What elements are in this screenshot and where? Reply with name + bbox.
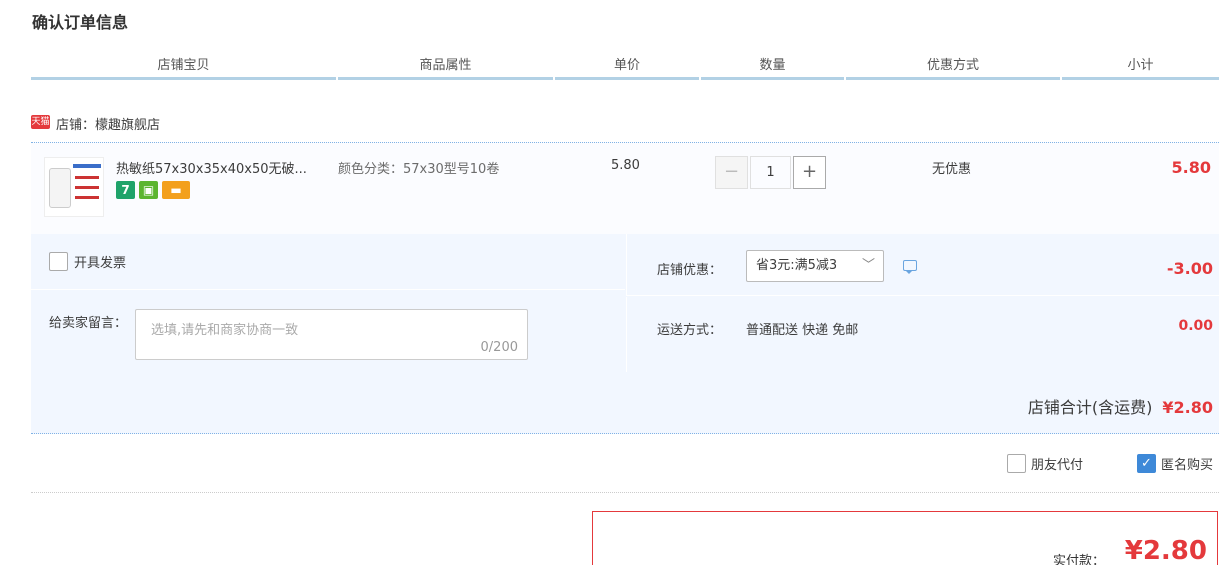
invoice-label: 开具发票	[74, 256, 127, 271]
seller-message-count: 0/200	[480, 340, 518, 355]
invoice-option[interactable]: 开具发票	[49, 252, 126, 271]
order-options-panel: 开具发票 给卖家留言： 选填,请先和商家协商一致 0/200 店铺优惠： 省3元…	[31, 234, 1219, 434]
shop-total: 店铺合计(含运费) ¥2.80	[1028, 394, 1213, 418]
shipping-label: 运送方式：	[657, 323, 723, 338]
anonymous-purchase-label: 匿名购买	[1161, 458, 1214, 473]
divider	[31, 492, 1219, 493]
actual-payment-label: 实付款：	[1052, 554, 1105, 565]
invoice-section: 开具发票	[31, 234, 625, 290]
column-header-unit-price: 单价	[555, 56, 699, 80]
shop-name[interactable]: 店铺：檬趣旗舰店	[56, 114, 160, 133]
shop-total-value: ¥2.80	[1162, 398, 1213, 417]
thumb-red-line	[75, 196, 99, 199]
column-header-attributes: 商品属性	[338, 56, 553, 80]
shop-total-label: 店铺合计(含运费)	[1027, 398, 1153, 417]
product-thumbnail[interactable]	[44, 157, 104, 217]
friend-pay-label: 朋友代付	[1031, 458, 1084, 473]
thumb-red-line	[75, 186, 99, 189]
page-title: 确认订单信息	[32, 13, 129, 32]
invoice-checkbox[interactable]	[49, 252, 68, 271]
column-header-promotion: 优惠方式	[846, 56, 1060, 80]
actual-payment-value: ¥2.80	[1124, 536, 1207, 565]
quantity-decrease-button[interactable]: −	[715, 156, 748, 189]
friend-pay-option[interactable]: 朋友代付	[1007, 454, 1083, 473]
shop-promotion-section: 店铺优惠： 省3元:满5减3 ﹀ -3.00	[626, 234, 1219, 296]
chat-icon[interactable]	[903, 260, 917, 274]
shipping-fee: 0.00	[1178, 318, 1213, 334]
shipping-section: 运送方式： 普通配送 快递 免邮 0.00	[626, 297, 1219, 372]
quantity-stepper: − 1 +	[715, 156, 826, 189]
anonymous-purchase-checkbox[interactable]: ✓	[1137, 454, 1156, 473]
quality-guarantee-icon[interactable]: ▣	[139, 181, 158, 199]
shop-discount-amount: -3.00	[1166, 259, 1213, 278]
payment-summary-box: 实付款： ¥2.80	[592, 511, 1218, 565]
seller-message-placeholder: 选填,请先和商家协商一致	[151, 323, 299, 338]
item-subtotal: 5.80	[1171, 158, 1211, 177]
column-header-quantity: 数量	[701, 56, 844, 80]
item-promotion: 无优惠	[932, 162, 972, 177]
shop-promotion-select[interactable]: 省3元:满5减3 ﹀	[746, 250, 884, 282]
product-attribute: 颜色分类：57x30型号10卷	[338, 162, 500, 177]
anonymous-purchase-option[interactable]: ✓ 匿名购买	[1137, 454, 1213, 473]
friend-pay-checkbox[interactable]	[1007, 454, 1026, 473]
shop-promotion-label: 店铺优惠：	[657, 263, 723, 278]
seller-message-label: 给卖家留言：	[49, 316, 128, 331]
product-title-link[interactable]: 热敏纸57x30x35x40x50无破...	[116, 158, 331, 177]
card-payment-icon[interactable]: ▬	[162, 181, 190, 199]
unit-price: 5.80	[611, 158, 640, 173]
quantity-input[interactable]: 1	[750, 156, 791, 189]
chevron-down-icon: ﹀	[861, 258, 875, 273]
shipping-method: 普通配送 快递 免邮	[746, 323, 859, 338]
thumb-blue-strip	[73, 164, 101, 168]
seven-day-return-icon[interactable]: 7	[116, 181, 135, 199]
tmall-icon: 天猫	[31, 114, 50, 129]
thumb-red-line	[75, 176, 99, 179]
shop-line: 天猫 店铺：檬趣旗舰店	[31, 114, 160, 133]
order-item-row: 热敏纸57x30x35x40x50无破... 7 ▣ ▬ 颜色分类：57x30型…	[31, 142, 1219, 234]
seller-message-input[interactable]: 选填,请先和商家协商一致 0/200	[135, 309, 528, 360]
service-icons: 7 ▣ ▬	[116, 181, 190, 199]
thermal-roll-image	[49, 168, 71, 208]
quantity-increase-button[interactable]: +	[793, 156, 826, 189]
shop-promotion-value: 省3元:满5减3	[756, 258, 838, 273]
column-header-subtotal: 小计	[1062, 56, 1219, 80]
column-header-shop-item: 店铺宝贝	[31, 56, 336, 80]
